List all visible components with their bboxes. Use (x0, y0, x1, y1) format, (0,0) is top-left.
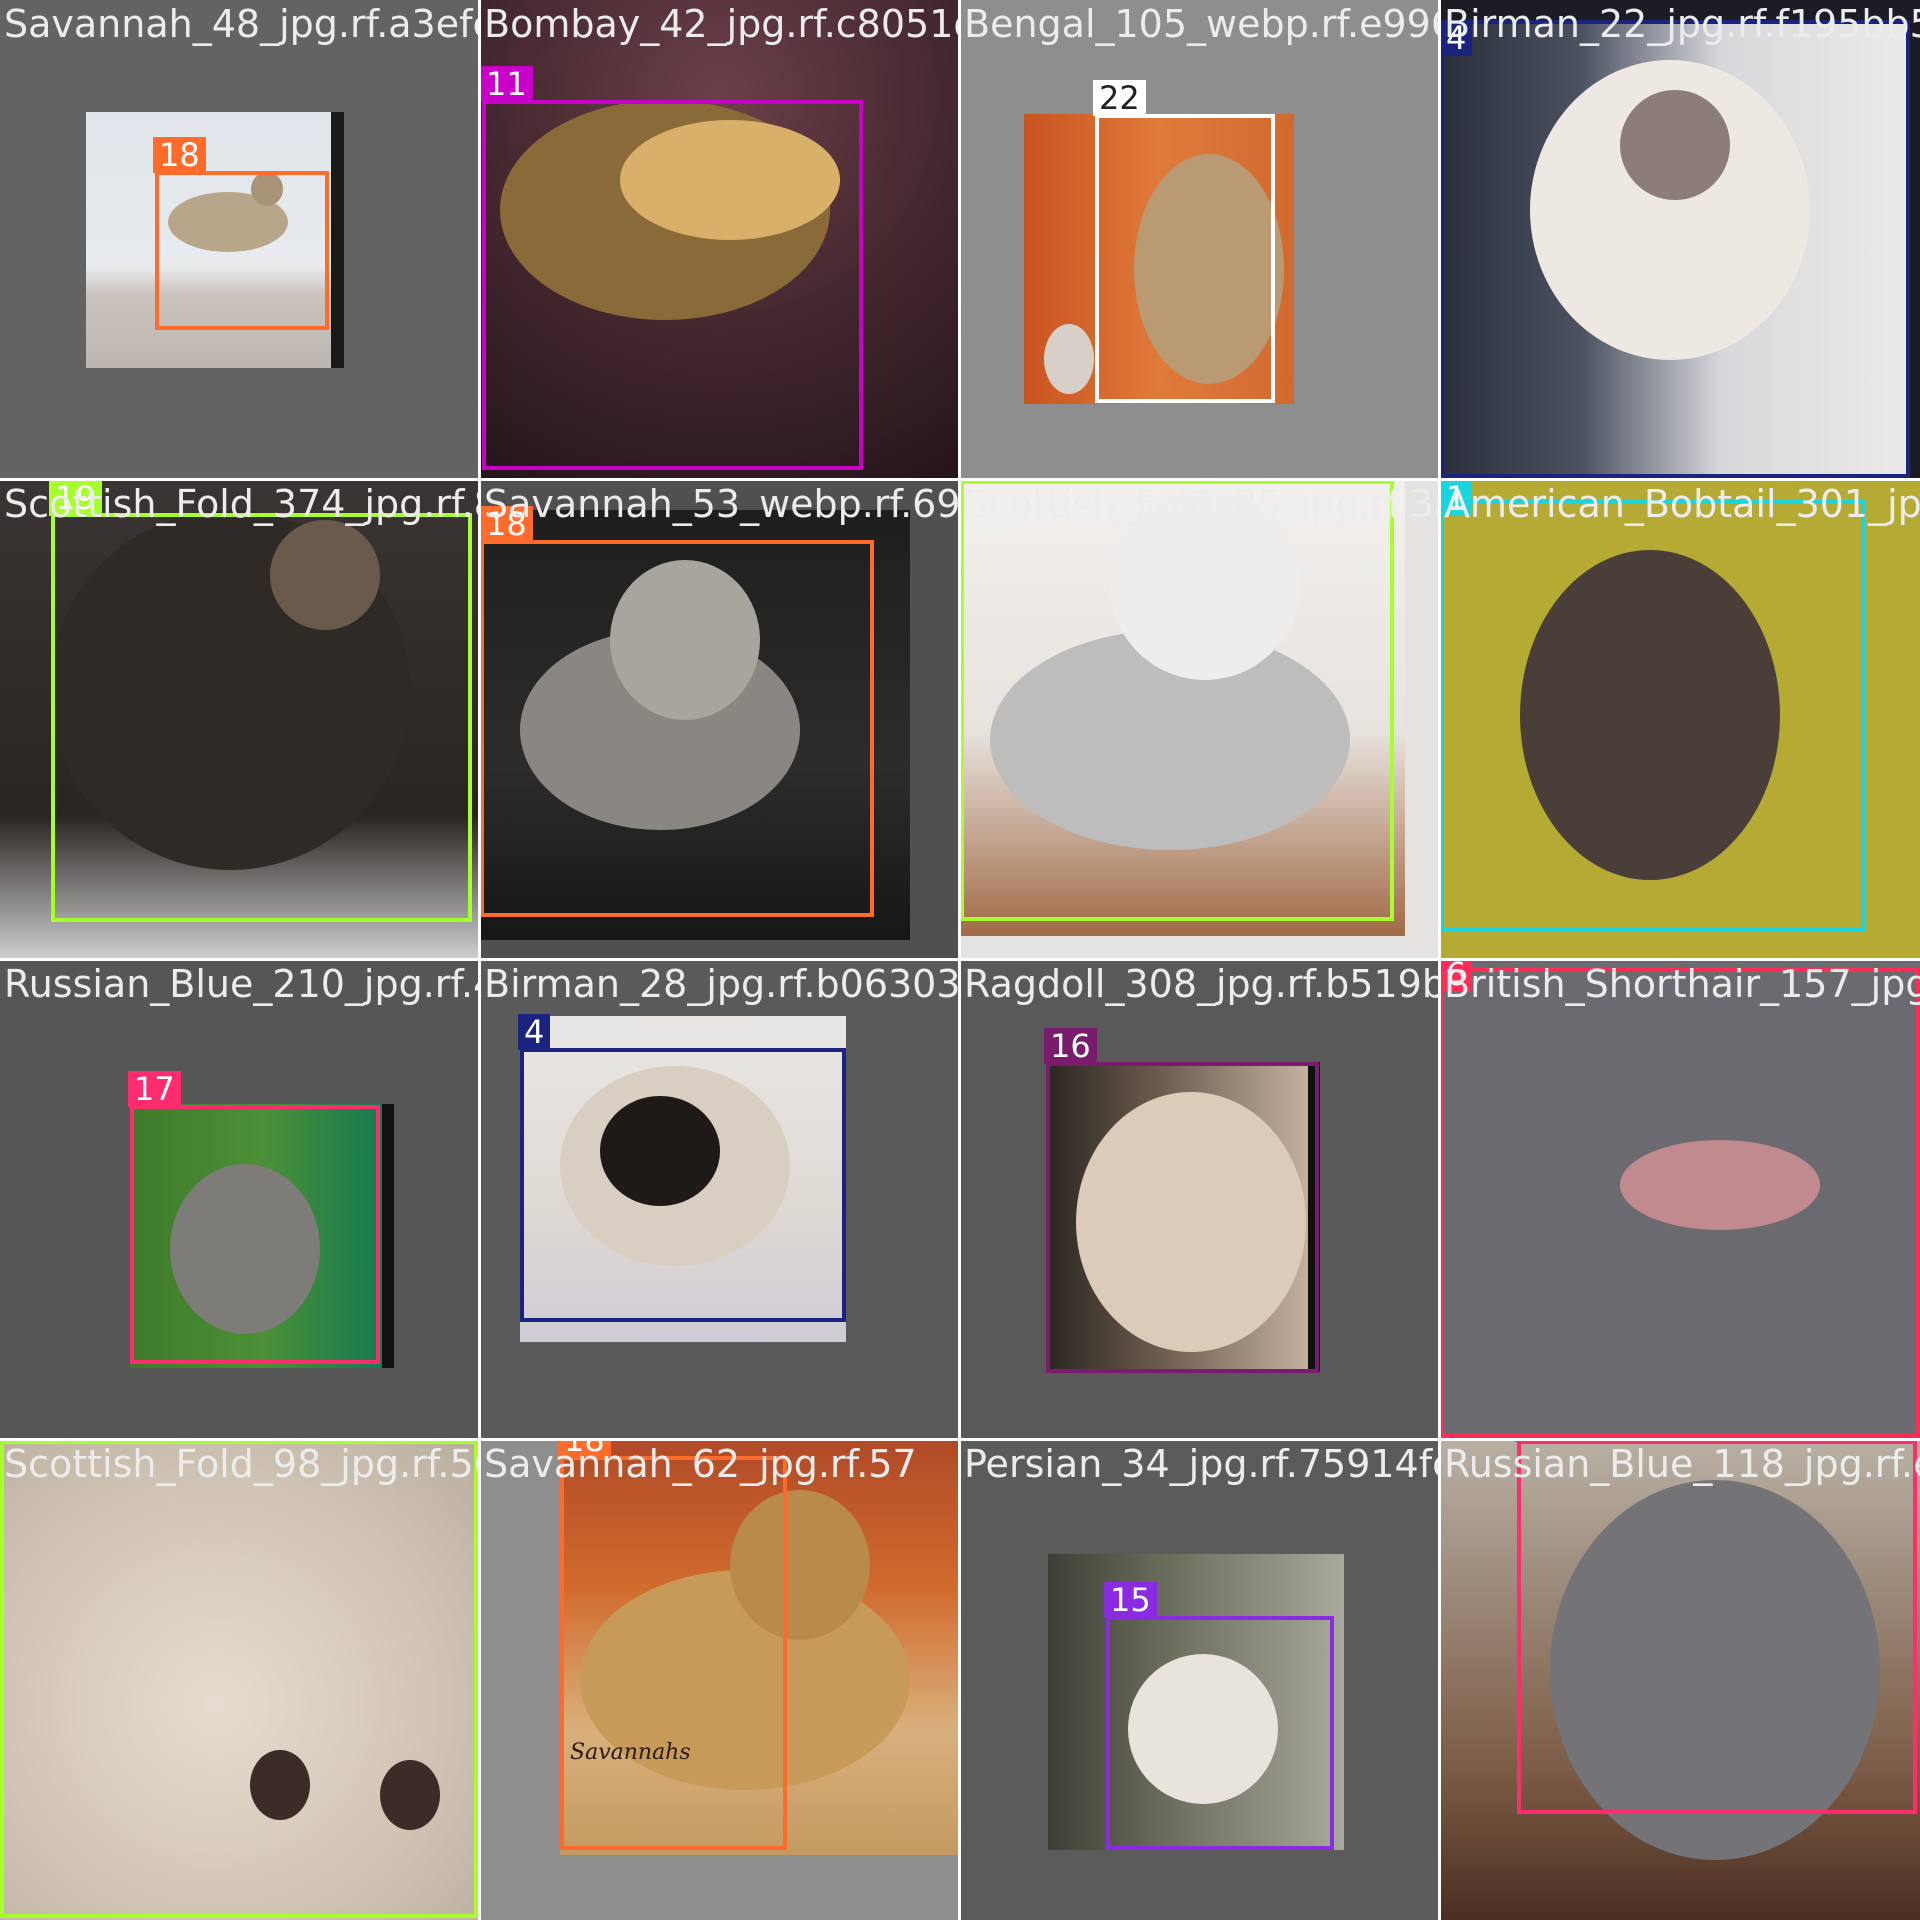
class-label: 19 (49, 480, 102, 516)
tile: 6 British_Shorthair_157_jpg.rf (1440, 960, 1920, 1440)
tile: 22 Bengal_105_webp.rf.e996261f (960, 0, 1440, 480)
class-label: 1 (1440, 480, 1473, 516)
class-label: 4 (1440, 20, 1473, 56)
bounding-box (1440, 500, 1865, 932)
bounding-box (1106, 1616, 1334, 1850)
bounding-box (482, 100, 863, 470)
class-label: 6 (1440, 960, 1473, 992)
detection-mosaic: 18 Savannah_48_jpg.rf.a3efc58f80 11 Bomb… (0, 0, 1920, 1920)
class-label: 18 (153, 137, 206, 173)
tile: Savannahs 18 Savannah_62_jpg.rf.57 (480, 1440, 960, 1920)
bounding-box (1046, 1062, 1319, 1373)
bounding-box (560, 1456, 787, 1850)
bounding-box (1095, 114, 1275, 403)
bounding-box (960, 480, 1394, 921)
tile: 15 Persian_34_jpg.rf.75914fc70 (960, 1440, 1440, 1920)
tile: 4 Birman_28_jpg.rf.b06303e7 (480, 960, 960, 1440)
tile: 4 Birman_22_jpg.rf.f195bb59 (1440, 0, 1920, 480)
image-filename: Persian_34_jpg.rf.75914fc70 (964, 1442, 1440, 1486)
bounding-box (520, 1048, 846, 1322)
class-label: 16 (1044, 1028, 1097, 1064)
class-label: 22 (1093, 80, 1146, 116)
tile: 11 Bombay_42_jpg.rf.c8051d4c18 (480, 0, 960, 480)
tile: 18 Savannah_53_webp.rf.69dc (480, 480, 960, 960)
bounding-box (1440, 968, 1920, 1438)
tile: 16 Ragdoll_308_jpg.rf.b519bc5 (960, 960, 1440, 1440)
image-filename: Savannah_48_jpg.rf.a3efc58f80 (4, 2, 480, 46)
bounding-box (1517, 1440, 1917, 1814)
class-label: 18 (558, 1440, 611, 1458)
image-filename: Russian_Blue_210_jpg.rf.40 (4, 962, 480, 1006)
bounding-box (155, 171, 329, 330)
tile: 19 Scottish_Fold_85_jpg.rf.3a (960, 480, 1440, 960)
class-label: 4 (518, 1014, 551, 1050)
tile: 18 Savannah_48_jpg.rf.a3efc58f80 (0, 0, 480, 480)
class-label: 15 (1104, 1582, 1157, 1618)
class-label: 17 (128, 1071, 181, 1107)
image-filename: Birman_28_jpg.rf.b06303e7 (484, 962, 960, 1006)
class-label: 11 (480, 66, 533, 102)
class-label: 18 (480, 506, 533, 542)
tile: 1 American_Bobtail_301_jpg.rf (1440, 480, 1920, 960)
bounding-box (480, 540, 874, 917)
bounding-box (130, 1105, 380, 1364)
bounding-box (51, 513, 472, 922)
image-filename: Ragdoll_308_jpg.rf.b519bc5 (964, 962, 1440, 1006)
bounding-box (0, 1440, 478, 1918)
image-filename: Bengal_105_webp.rf.e996261f (964, 2, 1440, 46)
tile: 19 Scottish_Fold_98_jpg.rf.569 (0, 1440, 480, 1920)
tile: 17 Russian_Blue_210_jpg.rf.40 (0, 960, 480, 1440)
bounding-box (1440, 20, 1910, 478)
tile: 19 Scottish_Fold_374_jpg.rf.83 (0, 480, 480, 960)
tile: 17 Russian_Blue_118_jpg.rf.ed (1440, 1440, 1920, 1920)
